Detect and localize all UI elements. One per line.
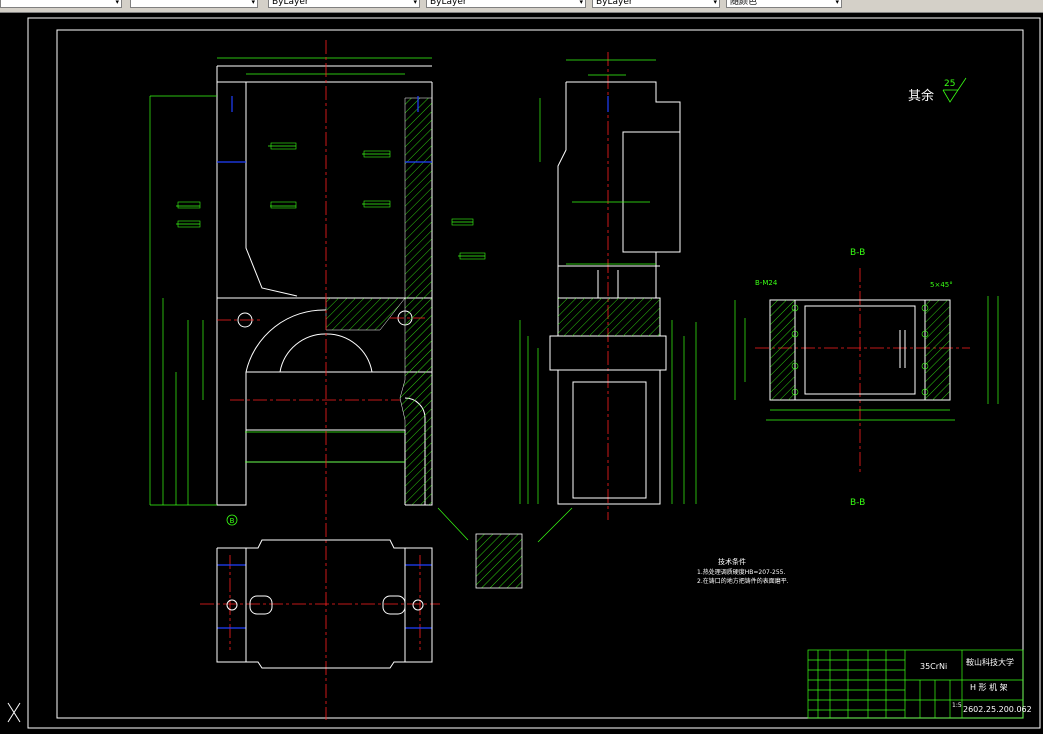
part-name: H 形 机 架: [970, 682, 1008, 692]
section-title: B-B: [850, 248, 865, 258]
datum-label: B: [230, 517, 235, 525]
outer-frame: [27, 17, 1041, 729]
tech-title: 技术条件: [718, 557, 746, 566]
toolbar-dropdown-value: 随颜色: [730, 0, 758, 7]
toolbar-dropdown-2[interactable]: ▾: [130, 0, 258, 8]
front-dimension-labels: [177, 142, 486, 260]
drawing-number: 2602.25.200.062: [963, 705, 1032, 714]
roughness-value: 25: [944, 79, 955, 89]
toolbar-dropdown-6[interactable]: 随颜色 ▾: [726, 0, 842, 8]
roughness-label: 其余: [908, 88, 934, 104]
front-dimensions: [149, 57, 485, 506]
ucs-icon: [7, 702, 21, 723]
scale: 1:5: [952, 702, 962, 709]
chevron-down-icon[interactable]: ▾: [115, 0, 119, 7]
detail-hatch: [475, 533, 523, 589]
section-title-bottom: B-B: [850, 498, 865, 508]
chevron-down-icon[interactable]: ▾: [579, 0, 583, 7]
chevron-down-icon[interactable]: ▾: [251, 0, 255, 7]
cad-drawing: B 其余 25 B-B B-B B-M24 5×45° 技术条件 1.热处理调质…: [7, 17, 1041, 729]
hatch-side: [558, 298, 660, 336]
toolbar: ▾ ▾ ByLayer ▾ ByLayer ▾ ByLayer ▾ 随颜色 ▾: [0, 0, 1043, 13]
side-view: [549, 81, 681, 505]
toolbar-dropdown-value: ByLayer: [596, 0, 633, 7]
material: 35CrNi: [920, 662, 947, 671]
tech-item-1: 1.热处理调质硬度HB=207-255.: [697, 568, 785, 576]
toolbar-dropdown-value: ByLayer: [272, 0, 309, 7]
section-note: B-M24: [755, 279, 778, 287]
toolbar-dropdown-4[interactable]: ByLayer ▾: [426, 0, 586, 8]
center-lines: [200, 40, 970, 720]
hatch-bridge: [325, 297, 406, 331]
tech-item-2: 2.在铸口的地方把铸件的表面磨平.: [697, 577, 789, 585]
school-name: 鞍山科技大学: [966, 657, 1014, 667]
toolbar-dropdown-1[interactable]: ▾: [0, 0, 122, 8]
toolbar-dropdown-value: ByLayer: [430, 0, 467, 7]
front-view: [216, 65, 433, 506]
chamfer-note: 5×45°: [930, 281, 953, 289]
chevron-down-icon[interactable]: ▾: [713, 0, 717, 7]
drawing-canvas[interactable]: B 其余 25 B-B B-B B-M24 5×45° 技术条件 1.热处理调质…: [0, 13, 1043, 730]
hatch-right-column: [399, 97, 433, 506]
chevron-down-icon[interactable]: ▾: [413, 0, 417, 7]
toolbar-dropdown-3[interactable]: ByLayer ▾: [268, 0, 420, 8]
chevron-down-icon[interactable]: ▾: [835, 0, 839, 7]
toolbar-dropdown-5[interactable]: ByLayer ▾: [592, 0, 720, 8]
